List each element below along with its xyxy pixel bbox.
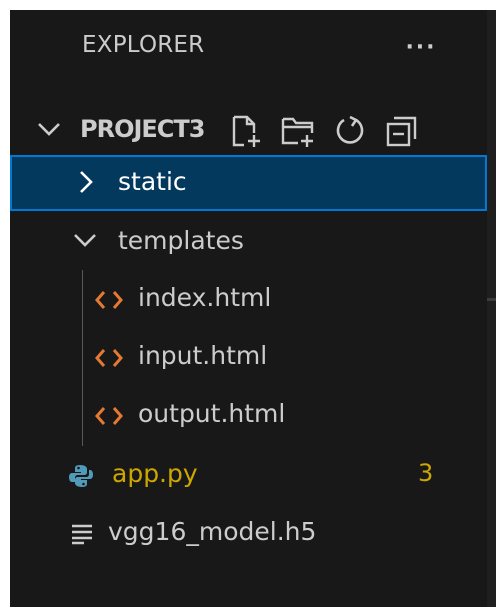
html-code-icon bbox=[95, 349, 123, 367]
collapse-all-icon[interactable] bbox=[384, 113, 420, 149]
screenshot-frame: EXPLORER ··· PROJECT3 static templates i… bbox=[0, 0, 496, 607]
tree-file-index-html[interactable]: index.html bbox=[10, 271, 487, 327]
html-code-icon bbox=[95, 291, 123, 309]
file-label: app.py bbox=[112, 459, 198, 488]
explorer-panel: EXPLORER ··· PROJECT3 static templates i… bbox=[10, 10, 496, 607]
folder-label: templates bbox=[118, 226, 244, 255]
chevron-down-icon bbox=[74, 234, 96, 247]
file-label: input.html bbox=[138, 341, 268, 370]
tree-folder-templates[interactable]: templates bbox=[10, 214, 487, 270]
file-label: index.html bbox=[138, 283, 272, 312]
explorer-title: EXPLORER bbox=[82, 32, 205, 58]
new-file-icon[interactable] bbox=[228, 113, 264, 149]
chevron-down-icon bbox=[38, 123, 60, 136]
sash-mark bbox=[487, 298, 496, 301]
folder-label: static bbox=[118, 167, 187, 196]
tree-file-app-py[interactable]: app.py 3 bbox=[10, 447, 487, 503]
more-actions-button[interactable]: ··· bbox=[394, 30, 448, 64]
tree-file-output-html[interactable]: output.html bbox=[10, 387, 487, 443]
tree-file-input-html[interactable]: input.html bbox=[10, 329, 487, 385]
python-icon bbox=[69, 465, 93, 487]
html-code-icon bbox=[95, 407, 123, 425]
editor-edge bbox=[487, 10, 496, 607]
project-name: PROJECT3 bbox=[80, 115, 205, 143]
project-section-header[interactable]: PROJECT3 bbox=[10, 105, 487, 155]
refresh-icon[interactable] bbox=[332, 113, 368, 149]
file-label: vgg16_model.h5 bbox=[108, 517, 317, 546]
explorer-header: EXPLORER ··· bbox=[10, 10, 487, 82]
tree-file-vgg16-model[interactable]: vgg16_model.h5 bbox=[10, 505, 487, 561]
problems-badge: 3 bbox=[418, 459, 434, 487]
new-folder-icon[interactable] bbox=[280, 113, 316, 149]
tree-folder-static[interactable]: static bbox=[10, 155, 487, 211]
file-label: output.html bbox=[138, 399, 286, 428]
chevron-right-icon bbox=[80, 171, 93, 193]
text-file-icon bbox=[72, 524, 92, 545]
